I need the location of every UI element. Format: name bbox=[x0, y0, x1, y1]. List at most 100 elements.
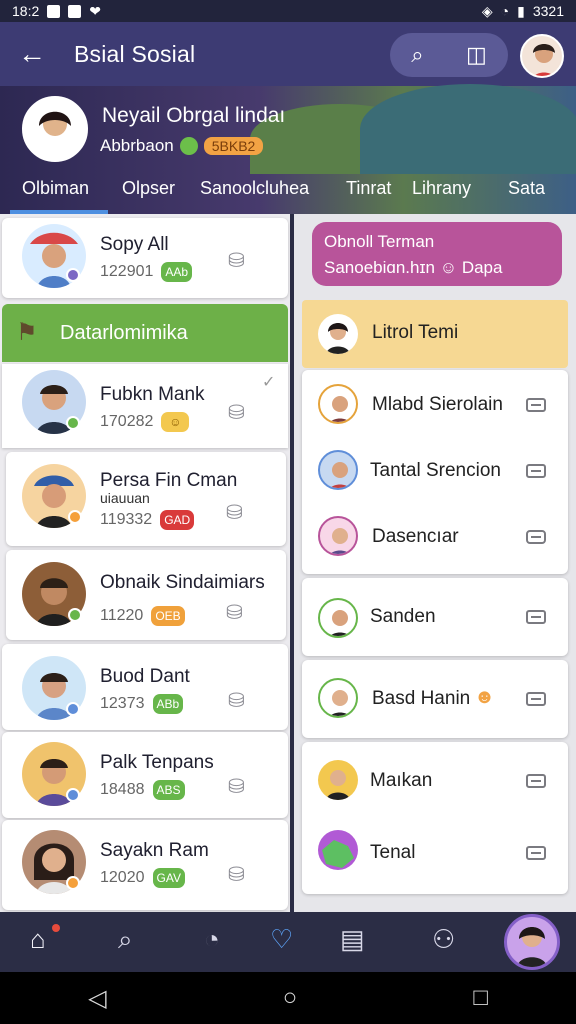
recents-nav-icon[interactable]: □ bbox=[473, 984, 488, 1012]
tab-3[interactable]: Tinrat bbox=[346, 178, 391, 199]
avatar bbox=[318, 830, 358, 870]
tab-1[interactable]: Olpser bbox=[122, 178, 175, 199]
section-title: Datarlomimika bbox=[2, 304, 288, 362]
avatar bbox=[318, 450, 358, 490]
item-name: Sayakn Ram bbox=[100, 840, 209, 861]
item-name: Persa Fin Cman bbox=[100, 470, 238, 491]
search-icon[interactable]: ⌕ bbox=[118, 924, 133, 956]
signal-icon: ◈ bbox=[481, 2, 493, 19]
avatar-face bbox=[326, 770, 350, 800]
basket-icon[interactable]: ⛁ bbox=[226, 600, 243, 625]
check-icon: ✓ bbox=[262, 374, 276, 391]
app-icon bbox=[68, 4, 82, 18]
contact-name[interactable]: Basd Hanin bbox=[372, 688, 470, 710]
item-id: 18488 bbox=[100, 781, 145, 798]
list-item[interactable]: Sayakn Ram 12020 GAV ⛁ bbox=[2, 820, 288, 910]
home-icon[interactable]: ⌂ bbox=[30, 924, 46, 955]
avatar bbox=[318, 678, 358, 718]
search-icon[interactable]: ⌕ bbox=[411, 42, 423, 68]
avatar bbox=[318, 598, 358, 638]
item-name: Palk Tenpans bbox=[100, 752, 214, 773]
item-badge: OEB bbox=[151, 606, 185, 626]
avatar-face bbox=[517, 927, 547, 967]
heart-icon: ❤ bbox=[89, 2, 101, 19]
card-icon[interactable] bbox=[526, 774, 546, 788]
card-icon[interactable] bbox=[526, 692, 546, 706]
status-dot bbox=[68, 510, 82, 524]
basket-icon[interactable]: ⛁ bbox=[226, 500, 243, 525]
status-dot bbox=[66, 702, 80, 716]
bag-icon[interactable]: ◫ bbox=[466, 42, 487, 68]
item-id: 122901 bbox=[100, 263, 154, 280]
status-dot bbox=[68, 608, 82, 622]
avatar-face bbox=[533, 44, 555, 76]
battery-icon: ▮ bbox=[517, 2, 525, 19]
bubble-tag: Dapa bbox=[461, 258, 503, 277]
card-icon[interactable] bbox=[526, 464, 546, 478]
tab-0[interactable]: Olbiman bbox=[22, 178, 89, 199]
app-screen: 18:2 ❤ ◈ ◔ ▮ 3321 ← Bsial Sosial ⌕ ◫ Ney… bbox=[0, 0, 576, 1024]
list-item[interactable]: Sopy All 122901 AAb ⛁ bbox=[2, 218, 288, 298]
document-icon[interactable]: ▤ bbox=[340, 924, 365, 955]
profile-avatar[interactable] bbox=[22, 96, 88, 162]
back-icon[interactable]: ← bbox=[18, 40, 48, 68]
item-id: 12373 bbox=[100, 695, 145, 712]
profile-banner: Neyail Obrgal lindaı Abbrbaon 5BKB2 Olbi… bbox=[0, 84, 576, 214]
selected-row[interactable]: Litrol Temi bbox=[302, 300, 568, 368]
contact-name[interactable]: Tenal bbox=[370, 842, 415, 864]
user-icon[interactable]: ⚇ bbox=[432, 924, 455, 955]
status-dot bbox=[66, 416, 80, 430]
item-id: 11220 bbox=[100, 607, 144, 624]
heart-icon[interactable]: ♡ bbox=[270, 924, 293, 955]
list-item[interactable]: Obnaik Sindaimiars 11220 OEB ⛁ bbox=[6, 550, 286, 640]
avatar bbox=[318, 516, 358, 556]
row-title: Litrol Temi bbox=[372, 322, 459, 343]
basket-icon[interactable]: ⛁ bbox=[228, 248, 245, 273]
list-item[interactable]: Fubkn Mank 170282 ☺ ⛁ ✓ bbox=[2, 364, 288, 448]
avatar-face bbox=[326, 323, 350, 354]
contact-name[interactable]: Sanden bbox=[370, 606, 436, 628]
top-actions: ⌕ ◫ bbox=[390, 33, 508, 77]
card-icon[interactable] bbox=[526, 610, 546, 624]
status-dot bbox=[66, 268, 80, 282]
basket-icon[interactable]: ⛁ bbox=[228, 400, 245, 425]
avatar bbox=[318, 760, 358, 800]
basket-icon[interactable]: ⛁ bbox=[228, 688, 245, 713]
bubble-title: Obnoll Terman bbox=[324, 232, 435, 251]
profile-nav-avatar[interactable] bbox=[504, 914, 560, 970]
contact-name[interactable]: Maıkan bbox=[370, 770, 432, 792]
tab-2[interactable]: Sanoolcluhea bbox=[200, 178, 309, 199]
profile-avatar[interactable] bbox=[520, 34, 564, 78]
contact-name[interactable]: Dasencıar bbox=[372, 526, 459, 548]
list-item[interactable]: Buod Dant 12373 ABb ⛁ bbox=[2, 644, 288, 730]
item-badge: GAV bbox=[152, 868, 185, 888]
basket-icon[interactable]: ⛁ bbox=[228, 774, 245, 799]
tab-5[interactable]: Sata bbox=[508, 178, 545, 199]
tab-bar: Olbiman Olpser Sanoolcluhea Tinrat Lihra… bbox=[0, 174, 576, 214]
profile-subtitle: Abbrbaon 5BKB2 bbox=[100, 136, 264, 156]
compass-icon[interactable]: ◔ bbox=[204, 924, 220, 955]
home-nav-icon[interactable]: ○ bbox=[283, 984, 298, 1012]
character-icon: ⚑ bbox=[16, 319, 38, 346]
item-badge: GAD bbox=[160, 510, 195, 530]
camera-icon[interactable] bbox=[526, 530, 546, 544]
wifi-icon: ◔ bbox=[500, 3, 510, 19]
item-badge: AAb bbox=[161, 262, 193, 282]
notification-dot bbox=[52, 924, 60, 932]
item-name: Buod Dant bbox=[100, 666, 190, 687]
profile-name: Neyail Obrgal lindaı bbox=[102, 104, 286, 127]
card-icon[interactable] bbox=[526, 846, 546, 860]
contact-name[interactable]: Tantal Srencion bbox=[370, 460, 501, 482]
status-time: 18:2 bbox=[12, 3, 40, 19]
item-subtitle: uiauuan bbox=[100, 490, 150, 506]
item-id: 170282 bbox=[100, 413, 154, 430]
profile-chip: 5BKB2 bbox=[203, 137, 264, 155]
tab-4[interactable]: Lihrany bbox=[412, 178, 471, 199]
basket-icon[interactable]: ⛁ bbox=[228, 862, 245, 887]
list-item[interactable]: Persa Fin Cman uiauuan 119332 GAD ⛁ bbox=[6, 452, 286, 546]
list-item[interactable]: Palk Tenpans 18488 ABS ⛁ bbox=[2, 732, 288, 818]
chat-bubble[interactable]: Obnoll Terman Sanoebiɑn.hɪn ☺ Dapa bbox=[312, 222, 562, 286]
card-icon[interactable] bbox=[526, 398, 546, 412]
contact-name[interactable]: Mlabd Sierolain bbox=[372, 394, 503, 416]
back-nav-icon[interactable]: ◁ bbox=[88, 984, 106, 1013]
